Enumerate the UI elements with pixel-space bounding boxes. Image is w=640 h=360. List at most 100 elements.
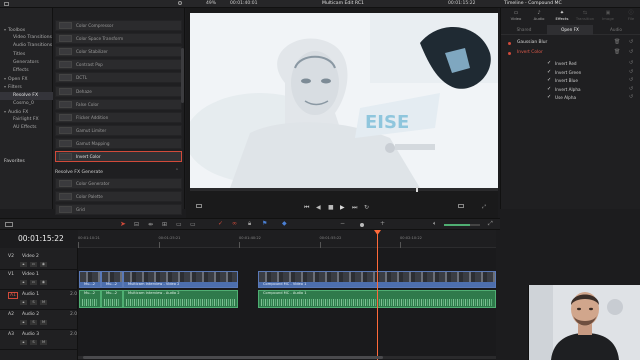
fx-item[interactable]: Grid [55,204,182,216]
mute-icon[interactable]: M [40,340,47,345]
zoom-handle[interactable] [360,223,364,227]
track-id[interactable]: V1 [8,272,14,277]
track-header[interactable]: V1 Video 1 🔒︎ ▭ ◉ [0,270,78,290]
favorites-header[interactable]: Favorites [4,159,25,164]
marker-icon[interactable]: ◆ [282,220,287,227]
timeline-timecode[interactable]: 00:01:15:22 [18,234,64,243]
tree-item[interactable]: AU Effects [0,124,53,132]
lock-icon[interactable]: 🔒︎ [20,300,27,305]
inspector-subtab[interactable]: Shared [501,25,547,35]
fx-item[interactable]: DCTL [55,72,182,84]
mute-icon[interactable]: M [40,320,47,325]
reset-icon[interactable]: ↺ [629,49,633,55]
tree-item[interactable]: Video Transitions [0,34,53,42]
audio-clip[interactable]: Mu...2 [79,290,101,308]
inspector-tab[interactable]: ⓘ File [620,10,640,21]
inspector-tab[interactable]: ▣ Image [597,10,619,21]
solo-icon[interactable]: S [30,340,37,345]
fx-item[interactable]: Gamut Mapping [55,137,182,149]
checkbox-checked[interactable]: ✓ [547,94,551,100]
audio-clip[interactable]: Mu...2 [101,290,123,308]
tree-item[interactable]: Fairlight FX [0,116,53,124]
track-header[interactable]: A3 Audio 3 2.0 🔒︎ S M [0,330,78,350]
track-id[interactable]: A3 [8,332,14,337]
layout-icon[interactable] [5,222,13,227]
fullscreen-timeline-icon[interactable]: ⤢ [488,220,493,228]
effect-enabled-icon[interactable] [508,52,511,55]
tree-item[interactable]: Titles [0,51,53,59]
inspector-effect-row[interactable]: Gaussian Blur ↺ 🗑︎ [501,39,640,48]
search-icon[interactable] [178,1,182,5]
flag-icon[interactable]: ⚑ [262,220,267,227]
selection-arrow-icon[interactable]: ➤ [120,220,126,228]
effect-enabled-icon[interactable] [508,42,511,45]
inspector-subtab[interactable]: Audio [593,25,639,35]
volume-slider[interactable] [444,224,480,226]
timeline-tracks[interactable]: Mu...2 Mu...2 Multicam Interview - Video 2… [78,248,496,360]
eye-icon[interactable]: ◉ [40,262,47,267]
fx-item[interactable]: Gamut Limiter [55,124,182,136]
solo-icon[interactable]: S [30,320,37,325]
inspector-tab[interactable]: ♪ Audio [528,10,550,21]
loop-icon[interactable]: ↻ [364,204,369,211]
zoom-level[interactable]: 49% [206,1,216,6]
inspector-subtab[interactable]: Open FX [547,25,593,35]
stop-icon[interactable]: ■ [328,204,334,211]
fx-item[interactable]: Color Stabilizer [55,46,182,58]
fx-item[interactable]: Color Palette [55,191,182,203]
volume-icon[interactable]: 🔈︎ [433,220,437,228]
chevron-down-icon[interactable]: ▾ [4,76,6,81]
checkbox-checked[interactable]: ✓ [547,69,551,75]
inspector-tab[interactable]: ⇆ Transition [574,10,596,21]
chevron-down-icon[interactable]: ▾ [4,109,6,114]
timeline-scrollbar[interactable] [78,356,496,359]
insert-clip-icon[interactable]: ▭ [176,221,182,228]
fx-item[interactable]: Flicker Addition [55,111,182,123]
monitor-icon[interactable]: ▭ [30,280,37,285]
snapping-icon[interactable]: ✓ [218,220,223,227]
reset-icon[interactable]: ↺ [629,69,633,75]
tree-item[interactable]: ▾ Audio FX [0,108,53,116]
dynamic-trim-icon[interactable]: ⇹ [148,221,153,228]
skip-start-icon[interactable]: ⏮ [304,204,309,212]
fx-item[interactable]: False Color [55,98,182,110]
delete-icon[interactable]: 🗑︎ [614,39,620,45]
checkbox-checked[interactable]: ✓ [547,60,551,66]
play-icon[interactable]: ▶ [340,204,345,211]
timeline-scroll-thumb[interactable] [83,356,383,359]
solo-icon[interactable]: S [30,300,37,305]
checkbox-checked[interactable]: ✓ [547,77,551,83]
inspector-tab[interactable]: ✦ Effects [551,10,573,21]
tree-item[interactable]: Audio Transitions [0,42,53,50]
audio-clip[interactable]: Multicam Interview - Audio 2 [123,290,238,308]
tree-item[interactable]: ▾ Filters [0,83,53,91]
reset-icon[interactable]: ↺ [629,86,633,92]
track-header[interactable]: A1 Audio 1 2.0 🔒︎ S M [0,290,78,310]
track-header[interactable]: A2 Audio 2 2.0 🔒︎ S M [0,310,78,330]
mute-icon[interactable]: M [40,300,47,305]
chevron-down-icon[interactable]: ▾ [4,84,6,89]
blade-icon[interactable]: ⊞ [162,221,167,228]
lock-icon[interactable]: 🔒︎ [20,340,27,345]
scrubber-handle[interactable] [416,187,418,192]
zoom-out-icon[interactable]: − [340,220,345,227]
timeline-title[interactable]: Multicam Edit RC1 [322,1,364,6]
fx-item[interactable]: Dehaze [55,85,182,97]
tree-item[interactable]: Generators [0,59,53,67]
fx-scrollbar[interactable] [181,48,184,103]
checkbox-checked[interactable]: ✓ [547,86,551,92]
timeline-ruler[interactable]: 00:01:10:21 00:01:25:21 00:01:40:22 00:01:5… [78,230,496,248]
fx-item[interactable]: Color Compressor [55,20,182,31]
sidebar-toggle-icon[interactable] [4,1,9,6]
tree-item[interactable]: ▾ Open FX [0,75,53,83]
inspector-effect-row[interactable]: Invert Color ↺ 🗑︎ [501,49,640,58]
delete-icon[interactable]: 🗑︎ [614,49,620,55]
overwrite-clip-icon[interactable]: ▭ [190,221,196,228]
step-back-icon[interactable]: ◀ [316,204,321,211]
video-clip[interactable]: Multicam Interview - Video 2 [123,271,238,288]
reset-icon[interactable]: ↺ [629,94,633,100]
reset-icon[interactable]: ↺ [629,39,633,45]
chevron-up-icon[interactable]: ⌃ [175,169,179,174]
zoom-in-icon[interactable]: + [380,220,385,227]
fx-section-header[interactable]: Resolve FX Generate [55,170,103,175]
